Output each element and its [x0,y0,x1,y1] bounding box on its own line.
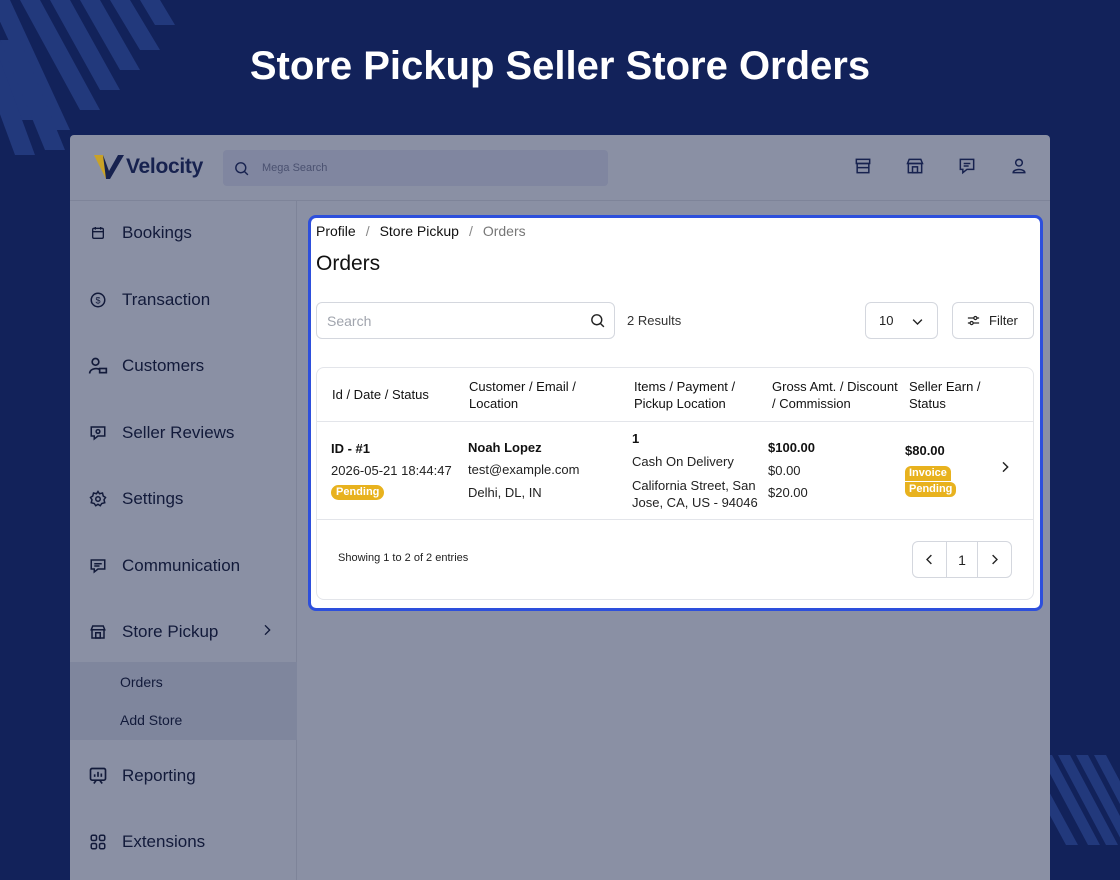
sidebar-item-seller-reviews[interactable]: Seller Reviews [70,413,297,453]
submenu-item-add-store[interactable]: Add Store [120,712,182,728]
breadcrumb-store-pickup[interactable]: Store Pickup [380,223,459,239]
gross-amount: $100.00 [768,440,815,455]
per-page-value: 10 [879,313,894,328]
sidebar-item-label: Seller Reviews [122,423,235,442]
column-header-customer: Customer / Email / Location [469,379,576,411]
promo-title: Store Pickup Seller Store Orders [249,44,871,88]
grid-icon [88,832,108,852]
invoice-status-badge-line-2: Pending [905,482,957,497]
commission-amount: $20.00 [768,485,808,500]
storefront-icon[interactable] [852,155,874,177]
shop-icon[interactable] [904,155,926,177]
dollar-icon: $ [88,290,108,310]
gear-icon [88,489,108,509]
submenu-item-orders[interactable]: Orders [120,674,163,690]
store-pickup-submenu: Orders Add Store [70,662,297,740]
sidebar-item-label: Extensions [122,832,206,851]
orders-table: Id / Date / Status Customer / Email / Loc… [316,367,1034,600]
page-title: Orders [316,252,381,275]
sidebar-item-label: Settings [122,489,184,508]
sidebar-item-customers[interactable]: Customers [70,346,297,386]
decorative-stripes-bottom-right [1040,755,1120,845]
seller-earn: $80.00 [905,443,945,458]
top-icons [852,155,1030,177]
search-input[interactable] [327,312,577,329]
filter-button[interactable]: Filter [952,302,1034,339]
chevron-down-icon [910,314,925,332]
next-page-button[interactable] [978,542,1011,577]
breadcrumb-orders: Orders [482,223,526,239]
filter-label: Filter [989,313,1018,328]
sidebar-item-store-pickup[interactable]: Store Pickup [70,612,297,652]
velocity-logo-icon [94,155,124,179]
sidebar-item-reporting[interactable]: Reporting [70,756,297,796]
sidebar-item-bookings[interactable]: Bookings [70,213,297,253]
orders-card: Profile / Store Pickup / Orders Orders 2… [308,215,1043,611]
column-header-items: Items / Payment / Pickup Location [634,379,736,411]
breadcrumb-profile[interactable]: Profile [316,223,356,239]
pickup-location: California Street, San Jose, CA, US - 940… [632,478,758,510]
logo-text: Velocity [126,155,203,178]
status-badge: Pending [331,485,385,500]
page-number-button[interactable]: 1 [945,542,979,577]
sidebar: Bookings $ Transaction Customers Seller … [70,201,297,880]
sidebar-item-label: Customers [122,356,205,375]
sidebar-item-label: Store Pickup [122,622,219,641]
column-header-id: Id / Date / Status [332,387,429,402]
user-icon[interactable] [1008,155,1030,177]
sidebar-item-communication[interactable]: Communication [70,546,297,586]
search-icon[interactable] [589,312,606,334]
chevron-right-icon [259,622,275,643]
discount-amount: $0.00 [768,463,801,478]
store-icon [88,622,108,642]
top-bar: Velocity Mega Search [70,135,1050,201]
sidebar-item-label: Reporting [122,766,196,785]
mega-search-placeholder: Mega Search [262,162,328,174]
invoice-status-badge: Invoice [905,466,951,481]
sidebar-item-settings[interactable]: Settings [70,479,297,519]
logo[interactable]: Velocity [94,153,203,181]
column-header-gross: Gross Amt. / Discount / Commission [772,379,898,411]
orders-search [316,302,615,339]
chart-icon [88,766,108,786]
header-divider [317,421,1033,422]
calendar-icon [88,223,108,243]
chat-icon[interactable] [956,155,978,177]
svg-text:$: $ [95,295,100,305]
chevron-left-icon [925,554,932,565]
sidebar-item-label: Communication [122,556,241,575]
breadcrumb-separator: / [468,223,473,239]
chevron-right-icon[interactable] [997,459,1013,480]
items-count: 1 [632,431,640,446]
search-icon [235,161,249,175]
sliders-icon [967,315,980,326]
sidebar-item-label: Transaction [122,290,211,309]
column-header-seller-earn: Seller Earn / Status [909,379,981,411]
chevron-right-icon [992,554,999,565]
prev-page-button[interactable] [913,542,946,577]
breadcrumb: Profile / Store Pickup / Orders [316,223,526,239]
order-id: ID - #1 [331,441,371,456]
mega-search-input[interactable]: Mega Search [223,150,608,186]
customer-email: test@example.com [468,462,580,477]
sidebar-item-transaction[interactable]: $ Transaction [70,280,297,320]
order-date: 2026-05-21 18:44:47 [331,463,452,478]
message-icon [88,556,108,576]
per-page-select[interactable]: 10 [865,302,938,339]
pagination-info: Showing 1 to 2 of 2 entries [338,552,469,564]
results-count: 2 Results [627,313,682,328]
sidebar-item-extensions[interactable]: Extensions [70,822,297,862]
sidebar-item-label: Bookings [122,223,192,242]
row-divider [317,519,1033,520]
breadcrumb-separator: / [365,223,370,239]
payment-method: Cash On Delivery [632,454,734,469]
customers-icon [88,356,108,376]
customer-name: Noah Lopez [468,440,542,455]
review-icon [88,423,108,443]
pagination: 1 [912,541,1012,578]
customer-location: Delhi, DL, IN [468,485,542,500]
